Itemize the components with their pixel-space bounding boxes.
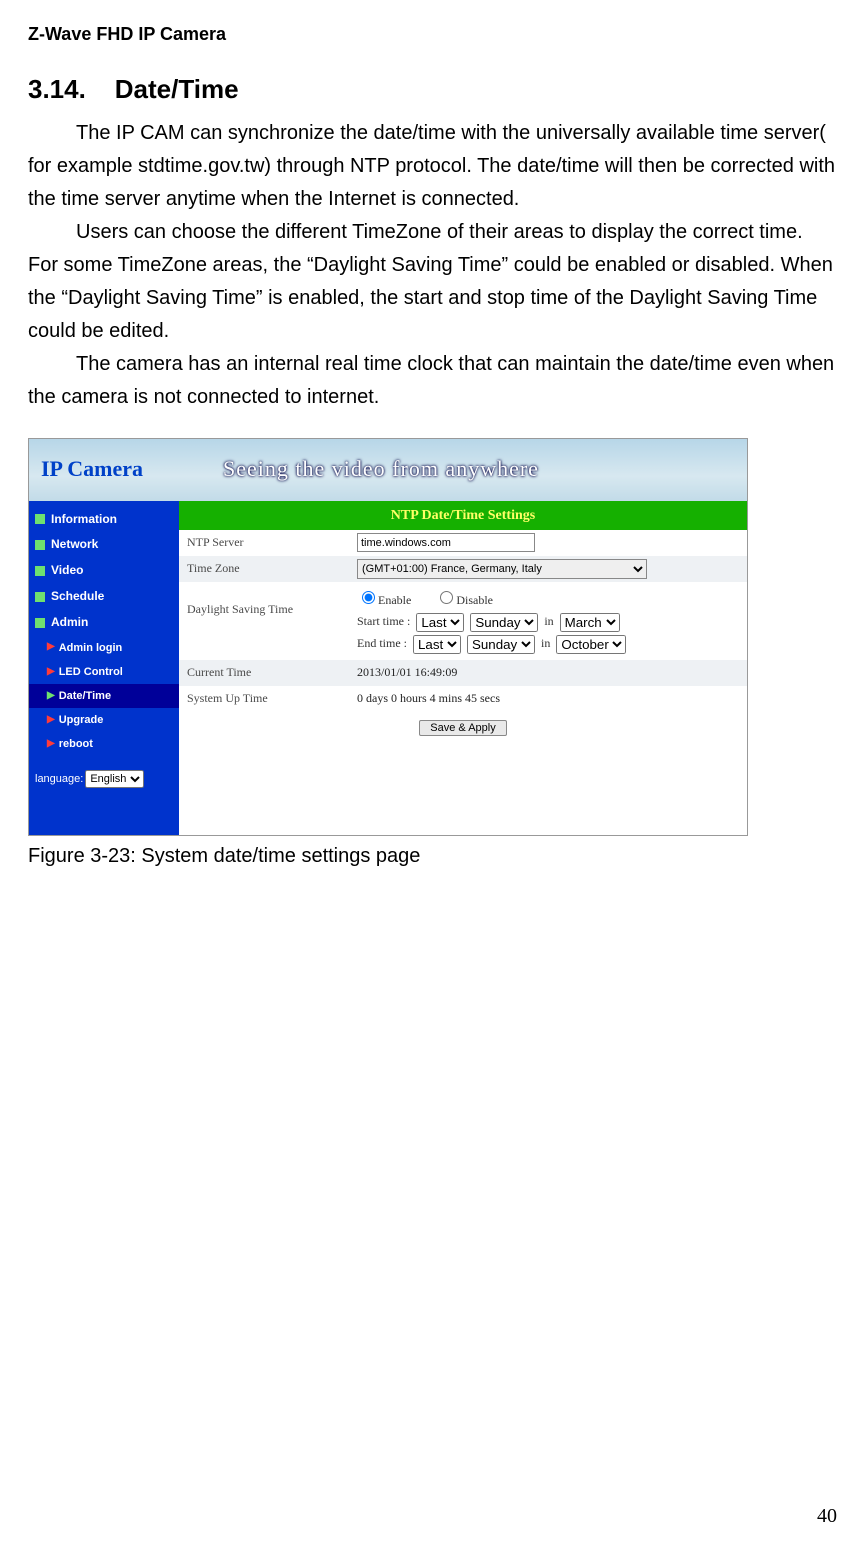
row-save: Save & Apply (179, 712, 747, 744)
ntp-server-label: NTP Server (187, 533, 357, 553)
row-uptime: System Up Time 0 days 0 hours 4 mins 45 … (179, 686, 747, 712)
end-weekday-select[interactable]: Sunday (467, 635, 535, 654)
language-selector: language: English (29, 770, 179, 788)
sidebar-item-label: Admin (51, 613, 88, 633)
dst-enable-option[interactable]: Enable (357, 588, 411, 611)
logo-text: IP Camera (41, 451, 143, 487)
dst-enable-label: Enable (378, 593, 411, 607)
sidebar-sub-admin-login[interactable]: ▶Admin login (29, 636, 179, 660)
dst-label: Daylight Saving Time (187, 586, 357, 620)
sidebar-sub-led-control[interactable]: ▶LED Control (29, 660, 179, 684)
arrow-icon: ▶ (47, 664, 55, 681)
dst-disable-option[interactable]: Disable (435, 588, 493, 611)
sidebar-sub-reboot[interactable]: ▶reboot (29, 732, 179, 756)
page-header: Z-Wave FHD IP Camera (28, 20, 837, 50)
sidebar-item-schedule[interactable]: Schedule (29, 584, 179, 610)
bullet-icon (35, 566, 45, 576)
paragraph-2: Users can choose the different TimeZone … (28, 216, 837, 348)
time-zone-label: Time Zone (187, 559, 357, 579)
sidebar-sub-date-time[interactable]: ▶Date/Time (29, 684, 179, 708)
language-label: language: (35, 770, 83, 788)
arrow-icon: ▶ (47, 712, 55, 729)
start-time-label: Start time : (357, 612, 410, 632)
sidebar-sub-upgrade[interactable]: ▶Upgrade (29, 708, 179, 732)
sidebar-item-admin[interactable]: Admin (29, 610, 179, 636)
bullet-icon (35, 540, 45, 550)
sidebar-item-label: Schedule (51, 587, 104, 607)
main-panel: NTP Date/Time Settings NTP Server Time Z… (179, 501, 747, 835)
end-month-select[interactable]: October (556, 635, 626, 654)
in-label: in (541, 634, 550, 654)
current-time-label: Current Time (187, 663, 357, 683)
banner: IP Camera Seeing the video from anywhere (29, 439, 747, 501)
panel-title: NTP Date/Time Settings (179, 501, 747, 530)
arrow-icon: ▶ (47, 736, 55, 753)
section-heading: 3.14. Date/Time (28, 68, 837, 111)
figure-caption: Figure 3-23: System date/time settings p… (28, 840, 837, 873)
in-label: in (544, 612, 553, 632)
uptime-value: 0 days 0 hours 4 mins 45 secs (357, 689, 739, 709)
paragraph-3: The camera has an internal real time clo… (28, 348, 837, 414)
bullet-icon (35, 514, 45, 524)
ntp-server-input[interactable] (357, 533, 535, 552)
sidebar-sub-label: reboot (59, 735, 93, 753)
settings-screenshot: IP Camera Seeing the video from anywhere… (28, 438, 748, 836)
time-zone-select[interactable]: (GMT+01:00) France, Germany, Italy (357, 559, 647, 579)
sidebar-item-label: Information (51, 510, 117, 530)
end-time-label: End time : (357, 634, 407, 654)
section-title: Date/Time (115, 74, 239, 104)
save-apply-button[interactable]: Save & Apply (419, 720, 506, 736)
dst-disable-radio[interactable] (440, 591, 453, 604)
sidebar-item-information[interactable]: Information (29, 507, 179, 533)
language-select[interactable]: English (85, 770, 144, 788)
row-ntp-server: NTP Server (179, 530, 747, 556)
sidebar-sub-label: Date/Time (59, 687, 111, 705)
sidebar-sub-label: Upgrade (59, 711, 104, 729)
section-number: 3.14. (28, 74, 86, 104)
sidebar-item-label: Video (51, 561, 83, 581)
start-month-select[interactable]: March (560, 613, 620, 632)
arrow-icon: ▶ (47, 688, 55, 705)
bullet-icon (35, 592, 45, 602)
sidebar-item-video[interactable]: Video (29, 558, 179, 584)
sidebar: Information Network Video Schedule Admin… (29, 501, 179, 835)
paragraph-1: The IP CAM can synchronize the date/time… (28, 117, 837, 216)
sidebar-sub-label: Admin login (59, 639, 123, 657)
page-number: 40 (817, 1500, 837, 1533)
uptime-label: System Up Time (187, 689, 357, 709)
dst-enable-radio[interactable] (362, 591, 375, 604)
dst-disable-label: Disable (456, 593, 493, 607)
row-time-zone: Time Zone (GMT+01:00) France, Germany, I… (179, 556, 747, 582)
sidebar-item-network[interactable]: Network (29, 532, 179, 558)
end-ordinal-select[interactable]: Last (413, 635, 461, 654)
start-ordinal-select[interactable]: Last (416, 613, 464, 632)
row-dst: Daylight Saving Time Enable Disable Star… (179, 582, 747, 660)
arrow-icon: ▶ (47, 639, 55, 656)
sidebar-sub-label: LED Control (59, 663, 123, 681)
banner-tagline: Seeing the video from anywhere (223, 451, 539, 487)
sidebar-item-label: Network (51, 535, 98, 555)
row-current-time: Current Time 2013/01/01 16:49:09 (179, 660, 747, 686)
bullet-icon (35, 618, 45, 628)
start-weekday-select[interactable]: Sunday (470, 613, 538, 632)
current-time-value: 2013/01/01 16:49:09 (357, 663, 739, 683)
